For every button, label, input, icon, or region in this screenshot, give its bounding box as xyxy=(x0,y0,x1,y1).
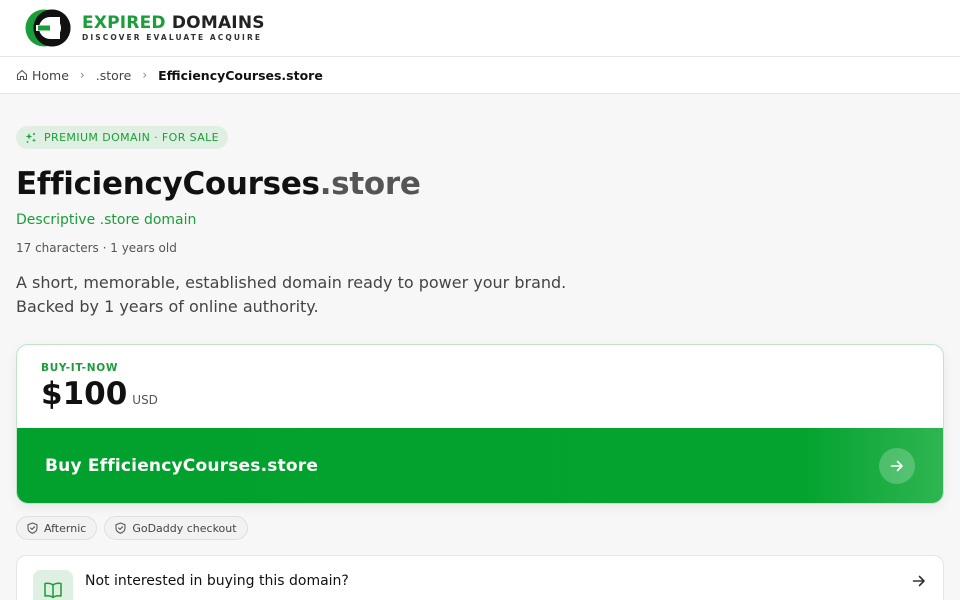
buy-card: BUY-IT-NOW $100 USD Buy EfficiencyCourse… xyxy=(16,344,944,504)
breadcrumb-home[interactable]: Home xyxy=(16,68,69,83)
breadcrumb-tld[interactable]: .store xyxy=(96,68,132,83)
not-interested-text: Not interested in buying this domain? xyxy=(85,573,349,589)
description-line-2: Backed by 1 years of online authority. xyxy=(16,297,319,316)
premium-badge: PREMIUM DOMAIN · FOR SALE xyxy=(16,126,229,149)
chip-afternic: Afternic xyxy=(16,516,98,540)
price-row: $100 USD xyxy=(41,376,919,412)
domain-meta: 17 characters · 1 years old xyxy=(16,241,177,255)
main-content: PREMIUM DOMAIN · FOR SALE EfficiencyCour… xyxy=(0,94,960,600)
logo-word-expired: EXPIRED xyxy=(82,13,166,33)
logo-title: EXPIRED DOMAINS xyxy=(82,14,265,32)
domain-extension: .store xyxy=(319,166,421,202)
shield-icon xyxy=(27,522,38,534)
chevron-right-icon: › xyxy=(79,68,85,82)
chip-godaddy: GoDaddy checkout xyxy=(104,516,248,540)
price-value: $100 xyxy=(41,376,128,412)
domain-title: EfficiencyCourses.store xyxy=(16,166,944,202)
sparkle-icon xyxy=(25,132,37,143)
premium-badge-label: PREMIUM DOMAIN · FOR SALE xyxy=(44,131,220,144)
description-line-1: A short, memorable, established domain r… xyxy=(16,273,567,292)
marketplace-chips: Afternic GoDaddy checkout xyxy=(16,516,944,540)
breadcrumb-home-label: Home xyxy=(32,67,69,83)
arrow-right-icon xyxy=(911,573,927,593)
domain-subtitle: Descriptive .store domain xyxy=(16,212,197,228)
logo-text: EXPIRED DOMAINS DISCOVER EVALUATE ACQUIR… xyxy=(82,14,265,42)
book-icon xyxy=(33,570,73,600)
domain-description: A short, memorable, established domain r… xyxy=(16,271,944,319)
arrow-right-icon xyxy=(879,448,915,484)
not-interested-card[interactable]: Not interested in buying this domain? xyxy=(16,555,944,600)
logo-tagline: DISCOVER EVALUATE ACQUIRE xyxy=(82,33,263,42)
site-logo[interactable]: EXPIRED DOMAINS DISCOVER EVALUATE ACQUIR… xyxy=(24,8,265,48)
domain-name: EfficiencyCourses xyxy=(16,166,320,202)
price-label: BUY-IT-NOW xyxy=(41,362,119,374)
buy-button-label: Buy EfficiencyCourses.store xyxy=(45,456,319,476)
price-area: BUY-IT-NOW $100 USD xyxy=(17,345,943,428)
shield-icon xyxy=(115,522,126,534)
chevron-right-icon: › xyxy=(142,68,148,82)
breadcrumb: Home › .store › EfficiencyCourses.store xyxy=(0,57,960,94)
site-header: EXPIRED DOMAINS DISCOVER EVALUATE ACQUIR… xyxy=(0,0,960,57)
breadcrumb-current: EfficiencyCourses.store xyxy=(158,67,323,83)
home-icon xyxy=(16,69,28,81)
ed-logo-icon xyxy=(25,9,71,47)
logo-word-domains: DOMAINS xyxy=(171,13,265,33)
chip-afternic-label: Afternic xyxy=(44,521,87,535)
price-currency: USD xyxy=(132,393,158,407)
chip-godaddy-label: GoDaddy checkout xyxy=(132,521,237,535)
buy-button[interactable]: Buy EfficiencyCourses.store xyxy=(17,428,943,503)
